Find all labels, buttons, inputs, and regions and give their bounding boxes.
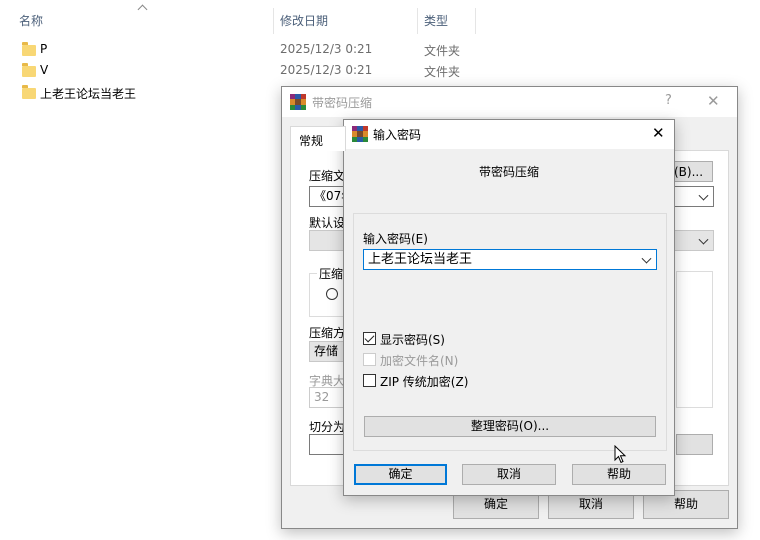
options-group: [676, 271, 713, 408]
tab-general[interactable]: 常规: [290, 126, 346, 151]
checkbox[interactable]: [363, 374, 376, 387]
file-date: 2025/12/3 0:21: [280, 42, 373, 56]
column-header-type[interactable]: 类型: [424, 12, 448, 29]
password-combo[interactable]: 上老王论坛当老王: [363, 249, 657, 270]
checkbox[interactable]: [363, 353, 376, 366]
method-label: 压缩方: [309, 326, 346, 340]
show-password-label: 显示密码(S): [380, 333, 445, 347]
sort-up-icon: [137, 4, 148, 15]
archive-name-label: 压缩文: [309, 169, 346, 183]
close-icon[interactable]: ✕: [707, 92, 720, 110]
browse-button[interactable]: (B)...: [671, 161, 713, 182]
help-button[interactable]: 帮助: [572, 464, 666, 485]
column-divider[interactable]: [273, 8, 274, 34]
column-header-date[interactable]: 修改日期: [280, 12, 328, 29]
option-button[interactable]: [676, 434, 713, 455]
file-name: 上老王论坛当老王: [40, 87, 137, 101]
dialog-title: 输入密码: [373, 128, 422, 142]
checkbox[interactable]: [363, 332, 376, 345]
file-name: P: [40, 42, 48, 56]
winrar-icon: [290, 94, 306, 110]
title-bar: 带密码压缩 ? ✕: [282, 87, 737, 117]
winrar-icon: [352, 126, 368, 142]
format-group-label: 压缩: [317, 265, 346, 282]
cancel-button[interactable]: 取消: [462, 464, 556, 485]
method-value: 存储: [314, 344, 339, 358]
split-label: 切分为: [309, 420, 346, 434]
mouse-cursor-icon: [614, 445, 627, 464]
title-bar: 输入密码 ✕: [344, 120, 674, 149]
file-type: 文件夹: [424, 44, 461, 58]
encrypt-names-label: 加密文件名(N): [380, 354, 459, 368]
password-label: 输入密码(E): [363, 232, 428, 246]
file-type: 文件夹: [424, 65, 461, 79]
ok-button[interactable]: 确定: [354, 464, 447, 485]
dialog-title: 带密码压缩: [312, 96, 373, 110]
folder-icon: [22, 63, 36, 77]
zip-legacy-label: ZIP 传统加密(Z): [380, 375, 469, 389]
column-header-name[interactable]: 名称: [19, 12, 43, 29]
file-name: V: [40, 63, 49, 77]
column-divider[interactable]: [475, 8, 476, 34]
help-icon[interactable]: ?: [665, 93, 672, 108]
folder-icon: [22, 42, 36, 56]
checkmark-icon: [364, 332, 375, 343]
file-date: 2025/12/3 0:21: [280, 63, 373, 77]
close-icon[interactable]: ✕: [652, 124, 665, 142]
password-panel: 输入密码(E) 上老王论坛当老王 显示密码(S) 加密文件名(N) ZIP 传统…: [353, 213, 667, 451]
password-value: 上老王论坛当老王: [368, 252, 473, 267]
column-divider[interactable]: [417, 8, 418, 34]
dict-value: 32: [314, 390, 330, 404]
format-radio[interactable]: [326, 288, 338, 300]
profile-label: 默认设: [309, 216, 346, 230]
password-dialog: 输入密码 ✕ 带密码压缩 输入密码(E) 上老王论坛当老王 显示密码(S) 加密…: [343, 119, 675, 496]
dialog-heading: 带密码压缩: [478, 165, 539, 179]
organize-passwords-button[interactable]: 整理密码(O)...: [364, 416, 656, 437]
folder-icon: [22, 85, 36, 99]
